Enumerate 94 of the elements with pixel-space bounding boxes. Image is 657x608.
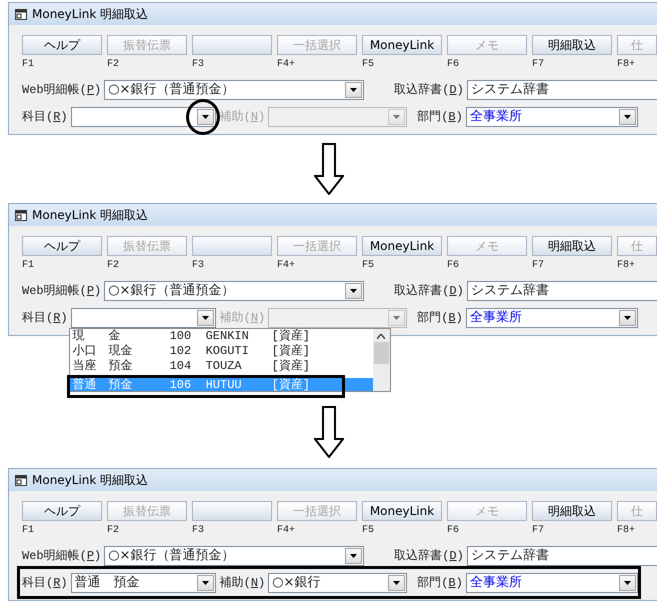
caret-icon [202,316,209,320]
toolbar-button[interactable]: 明細取込 [532,236,612,256]
function-key-label: F8+ [617,259,636,273]
function-key-label: F8+ [617,58,636,72]
caret-icon [350,88,358,92]
field-label: 科目(R) [22,574,69,592]
caret-icon [202,580,209,584]
function-key-label: F1 [22,58,36,72]
combo-box[interactable]: システム辞書 [466,80,657,100]
function-key-label: F5 [362,259,376,273]
scroll-up-icon[interactable] [377,334,386,339]
dropdown-button[interactable] [196,109,214,125]
combo-box[interactable]: 普通 預金 [70,572,216,592]
field-label: 科目(R) [22,109,69,126]
down-arrow-icon [314,143,344,195]
function-key-label: F4+ [277,259,296,273]
caret-icon [624,580,631,584]
caret-icon [350,289,358,293]
function-key-label: F1 [22,524,36,538]
combo-box[interactable]: 全事業所 [466,308,638,328]
toolbar-button[interactable]: 明細取込 [532,35,612,55]
caret-icon [624,115,631,119]
function-key-label: F4+ [277,524,296,538]
window-title: MoneyLink 明細取込 [32,207,148,224]
caret-icon [393,115,400,119]
dropdown-button[interactable] [345,283,362,299]
caret-icon [202,115,209,119]
list-item[interactable]: 現 金 100 GENKIN [資産] [70,329,373,344]
combo-box[interactable] [70,107,216,127]
function-key-label: F5 [362,524,376,538]
dropdown-button[interactable] [618,310,636,326]
function-key-label: F3 [192,524,206,538]
function-key-label: F7 [532,259,546,273]
dropdown-button[interactable] [345,82,362,98]
field-label: 部門(B) [417,310,464,327]
list-item[interactable]: 当座 預金 104 TOUZA [資産] [70,359,373,374]
function-key-label: F6 [447,524,460,538]
toolbar-button[interactable]: ヘルプ [22,236,102,256]
function-key-label: F7 [532,58,546,72]
function-key-label: F3 [192,58,206,72]
function-key-label: F3 [192,259,206,273]
function-key-label: F1 [22,259,36,273]
toolbar-button[interactable]: ヘルプ [22,35,102,55]
function-key-label: F2 [107,58,120,72]
dropdown-button[interactable] [196,310,214,326]
dropdown-button[interactable] [388,574,406,590]
function-key-label: F2 [107,259,120,273]
function-key-label: F4+ [277,58,296,72]
toolbar-button[interactable]: MoneyLink [362,501,442,521]
combo-box[interactable]: ○×銀行（普通預金） [104,80,364,100]
caret-icon [350,554,358,558]
caret-icon [393,580,400,584]
combo-box[interactable]: ○×銀行（普通預金） [104,281,364,301]
field-label: 科目(R) [22,310,69,327]
dropdown-button[interactable] [618,574,636,590]
field-label: 部門(B) [417,574,464,592]
window-title: MoneyLink 明細取込 [32,472,148,489]
function-key-label: F5 [362,58,376,72]
list-item[interactable]: 小口 現金 102 KOGUTI [資産] [70,344,373,359]
window-icon [15,210,27,220]
toolbar-button[interactable]: MoneyLink [362,236,442,256]
down-arrow-icon [314,406,344,458]
window-title: MoneyLink 明細取込 [32,6,148,23]
field-label: 補助(N) [220,574,266,592]
field-label: 補助(N) [220,310,266,327]
toolbar-button[interactable]: MoneyLink [362,35,442,55]
window-icon [15,8,27,20]
function-key-label: F7 [532,524,546,538]
combo-box[interactable]: システム辞書 [466,281,657,301]
field-label: 取込辞書(D) [394,82,465,99]
field-label: Web明細帳(P) [22,82,102,99]
dropdown-button[interactable] [196,574,214,590]
toolbar-button[interactable]: 明細取込 [532,501,612,521]
combo-box[interactable]: 全事業所 [466,572,638,592]
caret-icon [624,316,631,320]
combo-box[interactable]: 全事業所 [466,107,638,127]
dropdown-button[interactable] [618,109,636,125]
field-label: Web明細帳(P) [22,548,102,565]
dropdown-button[interactable] [345,548,362,564]
window-icon [15,474,27,486]
scrollbar[interactable] [372,329,390,391]
caret-icon [393,316,400,320]
function-key-label: F6 [447,259,460,273]
function-key-label: F6 [447,58,460,72]
combo-box[interactable]: システム辞書 [466,546,657,566]
toolbar-button[interactable]: ヘルプ [22,501,102,521]
function-key-label: F2 [107,524,120,538]
field-label: 取込辞書(D) [394,548,465,565]
field-label: Web明細帳(P) [22,283,102,300]
field-label: 取込辞書(D) [394,283,465,300]
function-key-label: F8+ [617,524,636,538]
field-label: 部門(B) [417,109,464,126]
combo-box[interactable]: ○×銀行 [268,572,408,592]
combo-box[interactable]: ○×銀行（普通預金） [104,546,364,566]
